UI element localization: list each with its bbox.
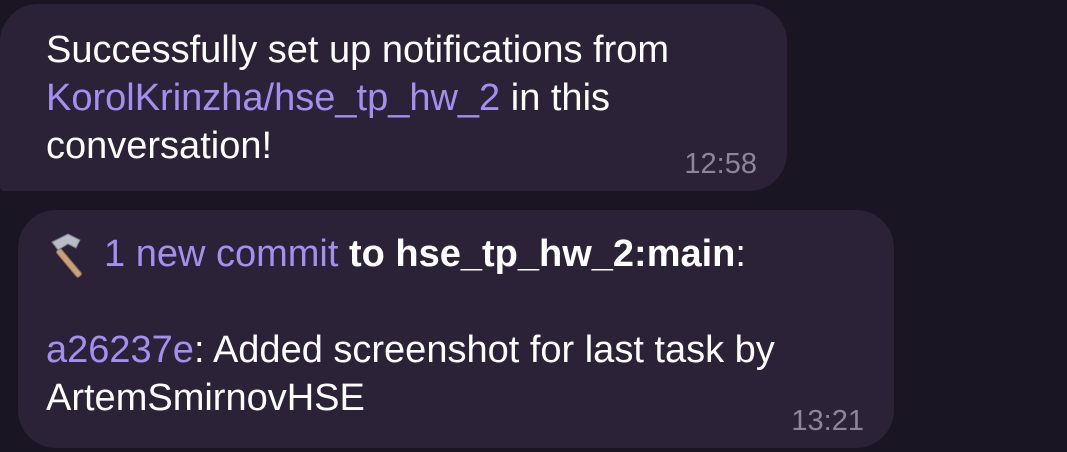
commit-count-link[interactable]: 1 new commit	[104, 233, 338, 275]
commit-author: ArtemSmirnovHSE	[46, 377, 365, 419]
message-line: conversation!	[46, 122, 747, 170]
message-text: conversation!	[46, 125, 273, 167]
message-timestamp: 13:21	[791, 405, 864, 437]
message-text: in this	[500, 77, 611, 119]
message-line: 1 new commit to hse_tp_hw_2:main:	[46, 230, 854, 278]
message-line: a26237e: Added screenshot for last task …	[46, 326, 854, 374]
hammer-icon	[46, 230, 98, 278]
commit-colon: :	[735, 233, 746, 275]
commit-message: : Added screenshot for last task by	[193, 329, 775, 371]
commit-hash-link[interactable]: a26237e	[46, 329, 194, 371]
message-bubble[interactable]: Successfully set up notifications from K…	[0, 4, 787, 191]
message-bubble[interactable]: 1 new commit to hse_tp_hw_2:main: a26237…	[18, 210, 894, 448]
message-timestamp: 12:58	[684, 148, 757, 180]
message-line: ArtemSmirnovHSE	[46, 374, 854, 422]
chat-view: Successfully set up notifications from K…	[0, 0, 1067, 452]
repo-link[interactable]: KorolKrinzha/hse_tp_hw_2	[46, 77, 500, 119]
message-line: Successfully set up notifications from	[46, 26, 747, 74]
commit-target: to hse_tp_hw_2:main	[338, 233, 736, 275]
message-line: KorolKrinzha/hse_tp_hw_2 in this	[46, 74, 747, 122]
message-text: Successfully set up notifications from	[46, 29, 670, 71]
